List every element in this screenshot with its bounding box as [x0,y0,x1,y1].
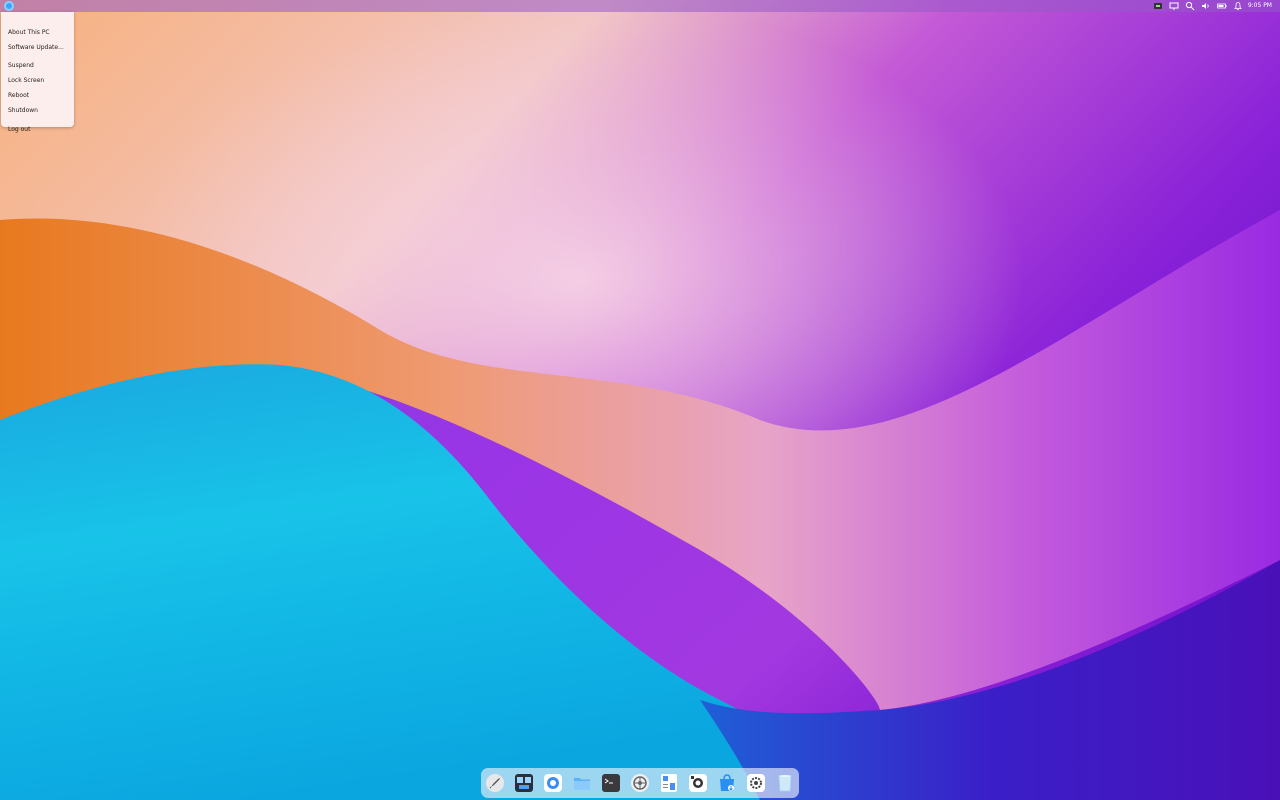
search-icon[interactable] [1182,0,1198,12]
menu-item-log-out[interactable]: Log out [8,126,30,134]
menu-item-software-update[interactable]: Software Update... [8,44,64,52]
menu-item-suspend[interactable]: Suspend [8,62,34,70]
menu-item-lock-screen[interactable]: Lock Screen [8,77,44,85]
power-menu: About This PC Software Update... Suspend… [1,12,74,133]
browser-icon[interactable] [543,773,563,793]
volume-icon[interactable] [1198,0,1214,12]
terminal-icon[interactable] [601,773,621,793]
menu-item-about[interactable]: About This PC [8,29,50,37]
calculator-icon[interactable] [659,773,679,793]
rocket-icon[interactable] [485,773,505,793]
top-panel: 9:05 PM [0,0,1280,12]
display-icon[interactable] [1166,0,1182,12]
camera-icon[interactable] [688,773,708,793]
screen-record-icon[interactable] [1150,0,1166,12]
trash-icon[interactable] [775,773,795,793]
system-tray: 9:05 PM [1150,0,1280,12]
menu-item-shutdown[interactable]: Shutdown [8,107,38,115]
desktop-wallpaper [0,0,1280,800]
folder-icon[interactable] [572,773,592,793]
battery-icon[interactable] [1214,0,1230,12]
dock [481,768,799,798]
clock[interactable]: 9:05 PM [1246,0,1280,12]
store-bag-icon[interactable] [717,773,737,793]
gear-icon[interactable] [746,773,766,793]
notification-icon[interactable] [1230,0,1246,12]
workspace-icon[interactable] [514,773,534,793]
menu-item-reboot[interactable]: Reboot [8,92,29,100]
monitor-wheel-icon[interactable] [630,773,650,793]
deepin-logo-icon[interactable] [4,1,14,11]
